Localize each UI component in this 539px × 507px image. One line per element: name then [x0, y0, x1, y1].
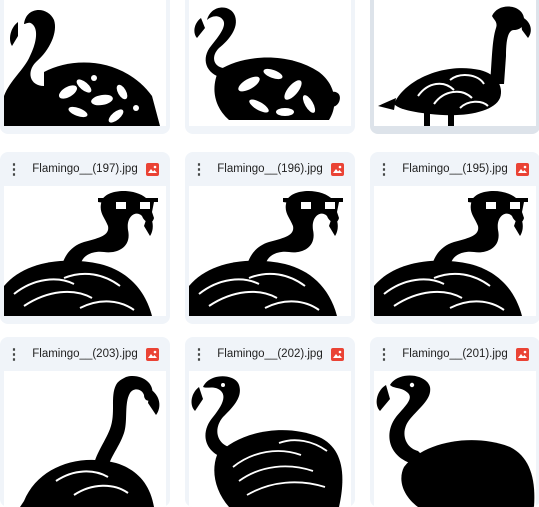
image-file-icon: [146, 162, 159, 176]
image-file-icon: [516, 162, 529, 176]
thumbnail: [4, 371, 166, 507]
thumbnail: [374, 0, 536, 126]
card-header: ⋮ Flamingo__(196).jpg: [185, 152, 355, 186]
card-header: ⋮ Flamingo__(202).jpg: [185, 337, 355, 371]
more-vert-icon[interactable]: ⋮: [374, 344, 394, 364]
file-card[interactable]: [185, 0, 355, 134]
thumbnail: [189, 0, 351, 126]
file-card[interactable]: ⋮ Flamingo__(202).jpg: [185, 337, 355, 507]
file-card[interactable]: ⋮ Flamingo__(201).jpg: [370, 337, 539, 507]
image-file-icon: [331, 347, 344, 361]
card-header: ⋮ Flamingo__(201).jpg: [370, 337, 539, 371]
file-name: Flamingo__(202).jpg: [217, 348, 323, 360]
file-card[interactable]: ⋮ Flamingo__(203).jpg: [0, 337, 170, 507]
card-header: ⋮ Flamingo__(197).jpg: [0, 152, 170, 186]
thumbnail: [374, 186, 536, 316]
thumbnail: [189, 371, 351, 507]
image-file-icon: [146, 347, 159, 361]
file-card[interactable]: ⋮ Flamingo__(195).jpg: [370, 152, 539, 324]
thumbnail: [4, 186, 166, 316]
more-vert-icon[interactable]: ⋮: [4, 344, 24, 364]
file-grid: ⋮ Flamingo__(197).jpg ⋮ Flamingo__(196).…: [0, 0, 539, 507]
file-name: Flamingo__(196).jpg: [217, 163, 323, 175]
file-name: Flamingo__(201).jpg: [402, 348, 508, 360]
file-name: Flamingo__(203).jpg: [32, 348, 138, 360]
thumbnail: [4, 0, 166, 126]
image-file-icon: [331, 162, 344, 176]
file-name: Flamingo__(195).jpg: [402, 163, 508, 175]
file-card[interactable]: ⋮ Flamingo__(197).jpg: [0, 152, 170, 324]
more-vert-icon[interactable]: ⋮: [4, 159, 24, 179]
thumbnail: [189, 186, 351, 316]
image-file-icon: [516, 347, 529, 361]
thumbnail: [374, 371, 536, 507]
file-name: Flamingo__(197).jpg: [32, 163, 138, 175]
card-header: ⋮ Flamingo__(203).jpg: [0, 337, 170, 371]
file-card-selected[interactable]: [370, 0, 539, 134]
file-card[interactable]: ⋮ Flamingo__(196).jpg: [185, 152, 355, 324]
card-header: ⋮ Flamingo__(195).jpg: [370, 152, 539, 186]
more-vert-icon[interactable]: ⋮: [374, 159, 394, 179]
more-vert-icon[interactable]: ⋮: [189, 159, 209, 179]
file-card[interactable]: [0, 0, 170, 134]
more-vert-icon[interactable]: ⋮: [189, 344, 209, 364]
